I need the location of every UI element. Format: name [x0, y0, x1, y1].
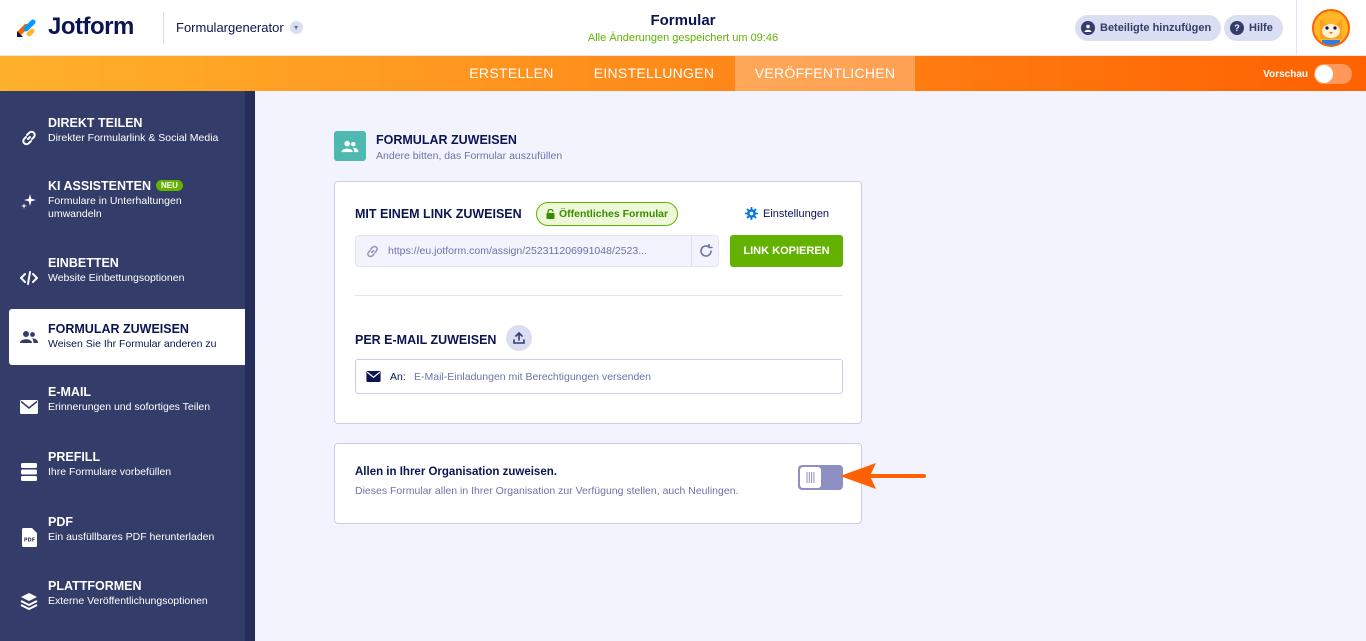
email-placeholder: E-Mail-Einladungen mit Berechtigungen ve…: [414, 371, 651, 383]
public-form-badge[interactable]: Öffentliches Formular: [536, 202, 679, 226]
settings-label: Einstellungen: [763, 207, 830, 220]
refresh-icon: [699, 244, 713, 257]
pdf-icon: PDF: [19, 527, 39, 547]
layers-icon: [19, 591, 39, 611]
form-title-block: Formular Alle Änderungen gespeichert um …: [583, 12, 783, 44]
cat-avatar-icon: [1314, 11, 1348, 45]
sidebar-item-title: PREFILL: [48, 450, 101, 464]
save-status: Alle Änderungen gespeichert um 09:46: [587, 32, 779, 44]
sidebar-item-prefill[interactable]: PREFILL Ihre Formulare vorbefüllen: [0, 450, 245, 506]
assign-url-text: https://eu.jotform.com/assign/2523112069…: [388, 245, 647, 257]
sidebar-item-subtitle: Direkter Formularlink & Social Media: [48, 132, 219, 144]
section-title: FORMULAR ZUWEISEN: [376, 133, 517, 147]
user-avatar[interactable]: [1312, 9, 1350, 47]
assign-section-icon: [334, 131, 366, 161]
prefill-icon: [19, 462, 39, 482]
sidebar-item-assign-form[interactable]: FORMULAR ZUWEISEN Weisen Sie Ihr Formula…: [9, 309, 245, 365]
email-assign-label: PER E-MAIL ZUWEISEN: [355, 333, 497, 347]
help-label: Hilfe: [1249, 22, 1273, 34]
header-divider: [163, 12, 164, 44]
envelope-icon: [366, 371, 381, 382]
sidebar-item-title: DIREKT TEILEN: [48, 116, 143, 130]
add-participants-button[interactable]: Beteiligte hinzufügen: [1075, 15, 1222, 41]
org-assign-toggle[interactable]: [798, 465, 843, 490]
upload-icon: [513, 332, 525, 344]
chevron-down-icon: ▾: [289, 21, 303, 34]
sidebar-item-email[interactable]: E-MAIL Erinnerungen und sofortiges Teile…: [0, 385, 245, 441]
sidebar-item-pdf[interactable]: PDF PDF Ein ausfüllbares PDF herunterlad…: [0, 515, 245, 571]
sidebar-item-subtitle: Erinnerungen und sofortiges Teilen: [48, 401, 211, 413]
main-nav-bar: ERSTELLEN EINSTELLUNGEN VERÖFFENTLICHEN …: [0, 56, 1366, 91]
form-title[interactable]: Formular: [583, 12, 783, 29]
svg-text:PDF: PDF: [23, 537, 34, 543]
settings-link[interactable]: Einstellungen: [745, 207, 829, 220]
assign-url-field[interactable]: https://eu.jotform.com/assign/2523112069…: [355, 235, 719, 267]
question-icon: ?: [1230, 21, 1244, 35]
tab-settings[interactable]: EINSTELLUNGEN: [573, 56, 735, 91]
email-invite-field[interactable]: An: E-Mail-Einladungen mit Berechtigunge…: [355, 359, 843, 394]
sidebar-item-subtitle: Formulare in Unterhaltungen umwandeln: [48, 195, 182, 220]
tab-publish[interactable]: VERÖFFENTLICHEN: [735, 56, 915, 91]
org-assign-card: Allen in Ihrer Organisation zuweisen. Di…: [334, 443, 862, 524]
sidebar-item-subtitle: Weisen Sie Ihr Formular anderen zu: [48, 338, 217, 350]
preview-toggle-group: Vorschau: [1263, 64, 1352, 84]
sidebar-item-subtitle: Website Einbettungsoptionen: [48, 272, 185, 284]
jotform-logo[interactable]: Jotform: [14, 13, 134, 41]
toggle-knob: [800, 467, 821, 488]
link-assign-label: MIT EINEM LINK ZUWEISEN: [355, 207, 522, 221]
sidebar-item-subtitle: Externe Veröffentlichungsoptionen: [48, 595, 208, 607]
link-icon: [19, 128, 39, 148]
envelope-icon: [19, 397, 39, 417]
preview-label: Vorschau: [1263, 68, 1308, 80]
user-icon: [1081, 21, 1095, 35]
sidebar-item-ai-assistants[interactable]: KI ASSISTENTEN NEU Formulare in Unterhalt…: [0, 179, 245, 235]
sidebar-item-title-text: KI ASSISTENTEN: [48, 179, 152, 193]
new-badge: NEU: [156, 180, 183, 191]
public-form-label: Öffentliches Formular: [559, 208, 669, 220]
upload-button[interactable]: [506, 325, 532, 351]
sidebar-item-title: PLATTFORMEN: [48, 579, 142, 593]
gear-icon: [745, 207, 758, 220]
logo-text: Jotform: [48, 13, 134, 40]
sidebar-item-subtitle: Ein ausfüllbares PDF herunterladen: [48, 531, 215, 543]
refresh-link-button[interactable]: [691, 236, 719, 266]
header-separator: [1296, 0, 1297, 56]
sidebar-item-title: EINBETTEN: [48, 256, 119, 270]
org-assign-title: Allen in Ihrer Organisation zuweisen.: [355, 466, 557, 478]
email-to-label: An:: [390, 371, 406, 383]
preview-toggle[interactable]: [1314, 64, 1352, 84]
jotform-logo-icon: [17, 19, 36, 37]
sidebar-item-embed[interactable]: EINBETTEN Website Einbettungsoptionen: [0, 256, 245, 312]
copy-link-button[interactable]: LINK KOPIEREN: [730, 235, 843, 267]
assign-card: MIT EINEM LINK ZUWEISEN Öffentliches For…: [334, 181, 862, 424]
sidebar-item-title: PDF: [48, 515, 73, 529]
link-icon: [367, 245, 378, 258]
sparkle-icon: [19, 191, 39, 211]
form-generator-dropdown[interactable]: Formulargenerator ▾: [176, 20, 303, 35]
sidebar-scrollbar[interactable]: [245, 91, 255, 641]
card-divider: [355, 295, 843, 296]
section-subtitle: Andere bitten, das Formular auszufüllen: [376, 150, 563, 162]
sidebar-item-platforms[interactable]: PLATTFORMEN Externe Veröffentlichungsopt…: [0, 579, 245, 635]
add-participants-label: Beteiligte hinzufügen: [1100, 22, 1212, 34]
sidebar-item-direct-share[interactable]: DIREKT TEILEN Direkter Formularlink & So…: [0, 116, 245, 172]
users-icon: [19, 327, 39, 347]
sidebar-item-subtitle: Ihre Formulare vorbefüllen: [48, 466, 172, 478]
sidebar-item-title: E-MAIL: [48, 385, 92, 399]
lock-icon: [546, 209, 555, 219]
pointer-arrow-icon: [840, 463, 926, 489]
tab-create[interactable]: ERSTELLEN: [450, 56, 573, 91]
grip-icon: [806, 472, 815, 483]
sidebar-item-title: KI ASSISTENTEN NEU: [48, 179, 183, 193]
form-generator-label: Formulargenerator: [176, 20, 284, 35]
code-icon: [19, 268, 39, 288]
publish-sidebar: DIREKT TEILEN Direkter Formularlink & So…: [0, 91, 255, 641]
help-button[interactable]: ? Hilfe: [1224, 15, 1283, 41]
sidebar-item-title: FORMULAR ZUWEISEN: [48, 322, 189, 336]
top-header: Jotform Formulargenerator ▾ Formular All…: [0, 0, 1366, 56]
org-assign-subtitle: Dieses Formular allen in Ihrer Organisat…: [355, 485, 739, 497]
